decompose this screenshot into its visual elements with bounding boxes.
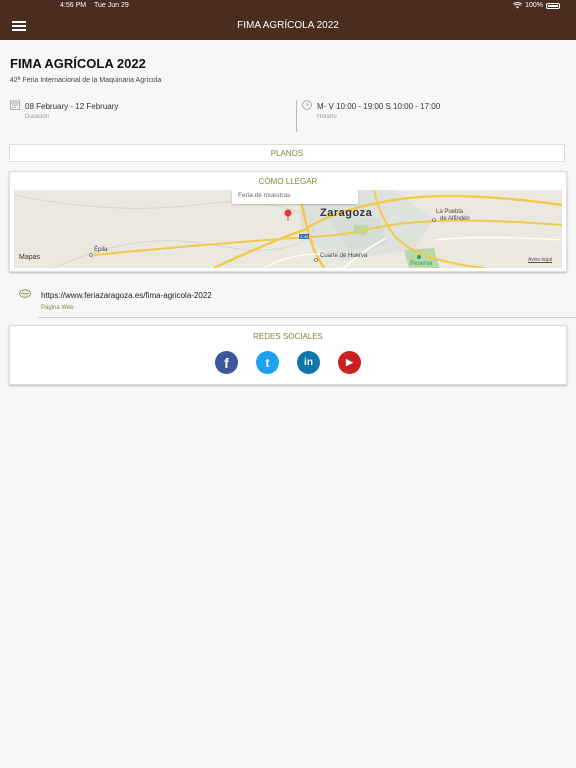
planos-button[interactable]: PLANOS (9, 144, 565, 162)
navigation-bar: FIMA AGRÍCOLA 2022 (0, 12, 576, 40)
status-right: 100% (513, 2, 560, 9)
status-bar: 4:56 PM Tue Jun 29 100% (0, 0, 576, 12)
map-view[interactable]: Feria de muestras Zaragoza La Puebla de … (14, 190, 562, 268)
map-label-reserva: Reserva (410, 261, 433, 267)
status-time: 4:56 PM (60, 2, 87, 9)
clock-icon (302, 100, 312, 110)
map-label-epila: Épila (94, 247, 108, 253)
nav-title: FIMA AGRÍCOLA 2022 (237, 20, 339, 31)
map-city-label: Zaragoza (320, 207, 373, 219)
directions-card: CÓMO LLEGAR Feria de muestras Zaragoza L… (9, 171, 567, 272)
website-divider (38, 317, 576, 318)
social-title: REDES SOCIALES (253, 332, 323, 341)
fair-logo-icon (19, 289, 31, 298)
website-label: Página Web (41, 305, 74, 311)
schedule-label: Horario (317, 114, 337, 120)
map-label-cuarte: Cuarte de Huerva (320, 253, 368, 259)
facebook-icon[interactable]: f (215, 351, 238, 374)
social-icons: f t in ▶ (10, 351, 566, 374)
map-attribution-text: Mapas (19, 254, 41, 261)
duration-value: 08 February - 12 February (25, 102, 119, 111)
twitter-icon[interactable]: t (256, 351, 279, 374)
event-title: FIMA AGRÍCOLA 2022 (10, 56, 146, 71)
youtube-icon[interactable]: ▶ (338, 351, 361, 374)
map-legal-link[interactable]: Aviso legal (528, 257, 552, 263)
status-date: Tue Jun 29 (94, 2, 129, 9)
linkedin-icon[interactable]: in (297, 351, 320, 374)
website-url[interactable]: https://www.feriazaragoza.es/fima-agrico… (41, 291, 212, 300)
map-attribution: Mapas (19, 254, 40, 261)
website-row[interactable]: https://www.feriazaragoza.es/fima-agrico… (0, 288, 576, 318)
event-subtitle: 42ª Feria Internacional de la Maquinaria… (10, 77, 162, 84)
battery-icon (546, 2, 560, 9)
map-label-alfinden: de Alfindén (440, 216, 470, 222)
info-divider (296, 100, 297, 132)
schedule-value: M- V 10:00 - 19:00 S 10:00 - 17:00 (317, 102, 441, 111)
map-label-puebla: La Puebla (436, 209, 464, 215)
map-road-badge: Z-40 (299, 234, 310, 239)
battery-percent: 100% (525, 2, 543, 9)
wifi-icon (513, 2, 523, 9)
social-card: REDES SOCIALES f t in ▶ (9, 325, 567, 385)
duration-label: Duración (25, 114, 50, 120)
map-callout: Feria de muestras (232, 190, 358, 204)
calendar-icon (10, 100, 20, 110)
directions-title: CÓMO LLEGAR (258, 177, 318, 186)
